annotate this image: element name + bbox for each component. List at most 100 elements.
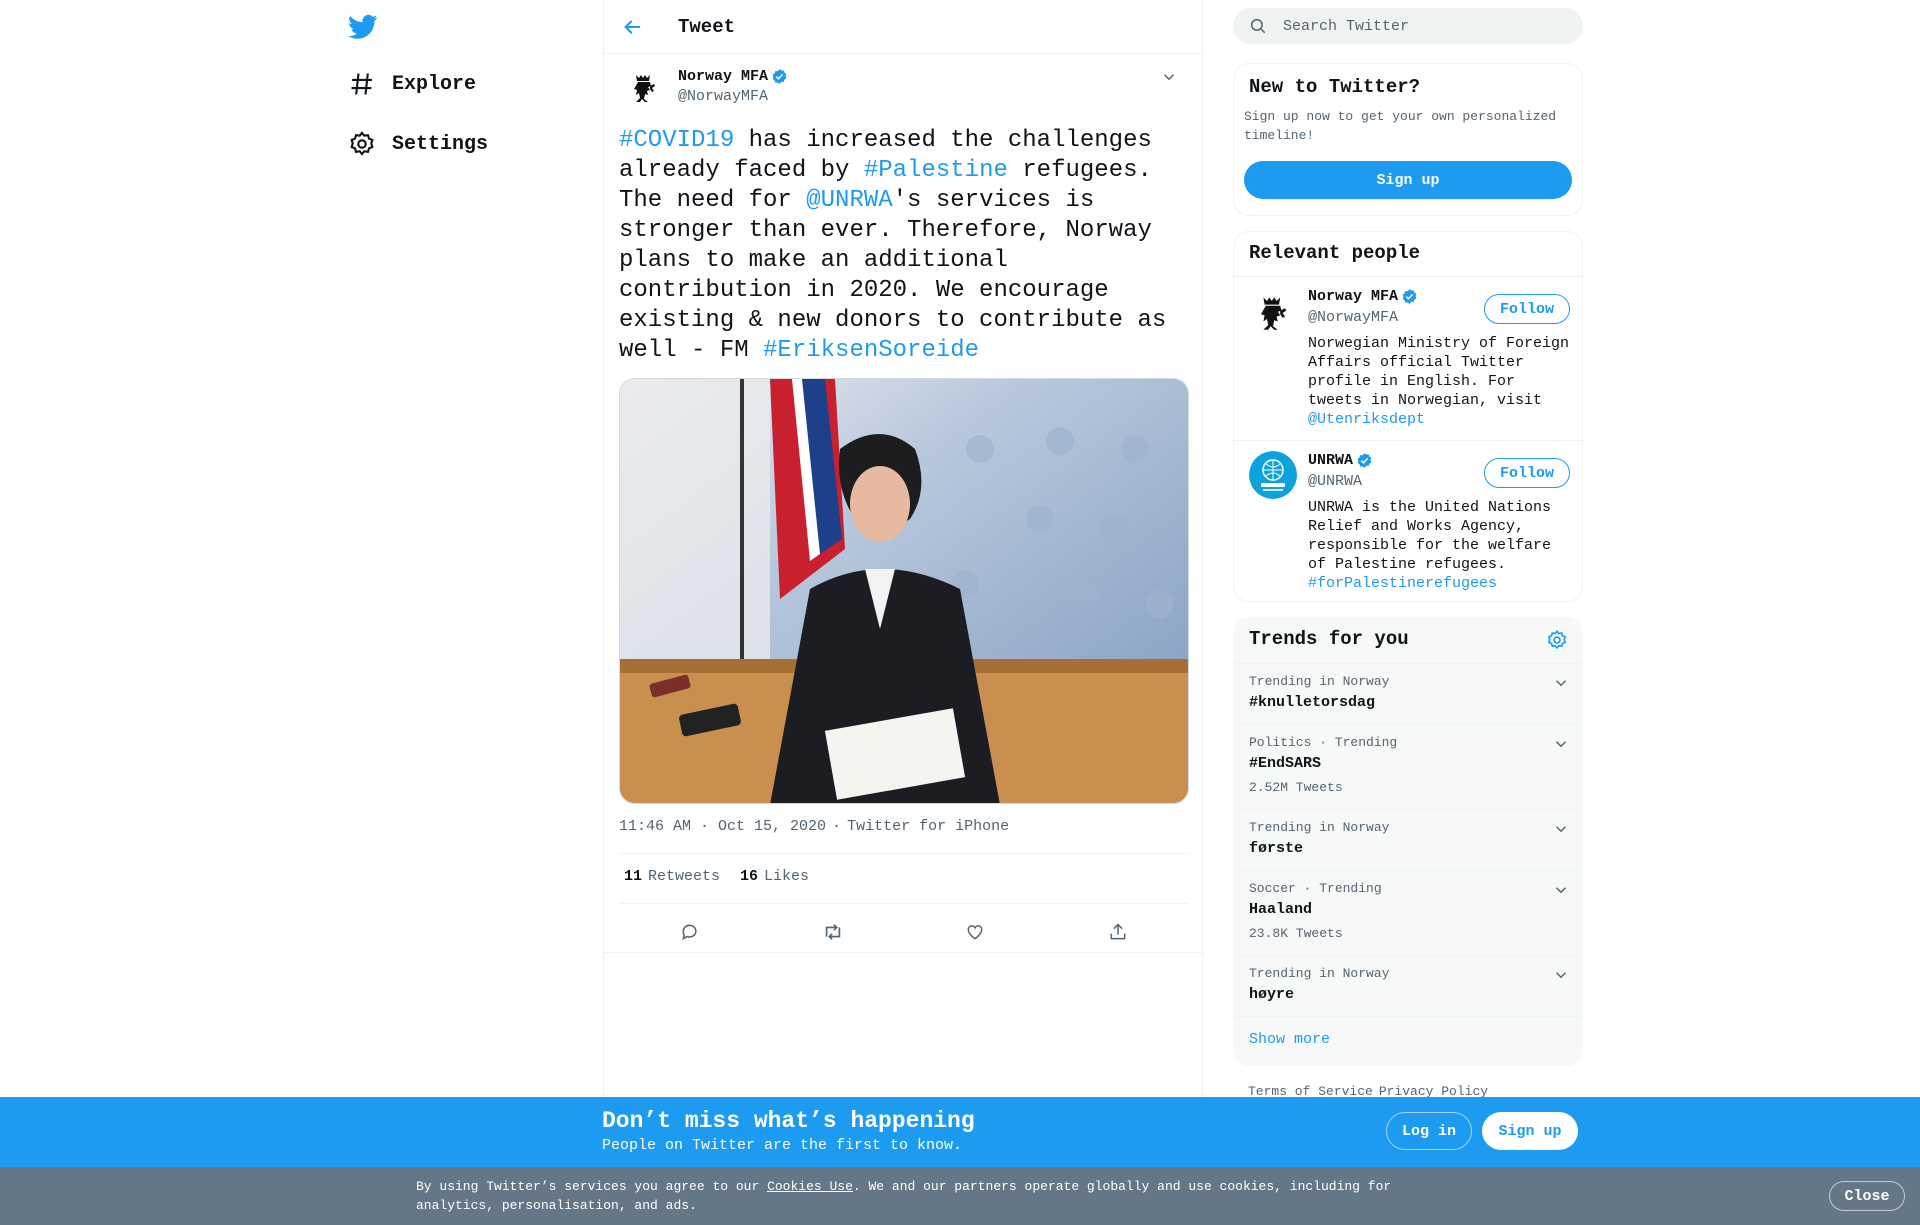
bio-link[interactable]: #forPalestinerefugees [1308, 575, 1497, 592]
tweet-menu-caret[interactable] [1160, 68, 1180, 88]
avatar[interactable] [1249, 289, 1297, 337]
nav-explore[interactable]: Explore [348, 66, 476, 102]
person-name: Norway MFA [1308, 288, 1418, 305]
person-name: UNRWA [1308, 452, 1373, 469]
gear-icon [1547, 630, 1567, 650]
search-input[interactable] [1283, 17, 1573, 35]
show-more-link[interactable]: Show more [1249, 1031, 1330, 1048]
person-bio: Norwegian Ministry of Foreign Affairs of… [1308, 335, 1570, 428]
search-bar[interactable] [1233, 8, 1583, 44]
like-button[interactable] [957, 914, 993, 950]
share-icon [1110, 923, 1126, 940]
trend-context: Soccer · Trending [1249, 881, 1382, 896]
trend-item[interactable]: Soccer · Trending Haaland 23.8K Tweets [1234, 870, 1582, 955]
avatar[interactable] [1249, 451, 1297, 499]
tweet-author: Norway MFA @NorwayMFA [624, 68, 1184, 112]
trend-item[interactable]: Trending in Norway #knulletorsdag [1234, 663, 1582, 724]
divider [1234, 1016, 1582, 1017]
bio-link[interactable]: @Utenriksdept [1308, 411, 1425, 428]
trend-context: Trending in Norway [1249, 820, 1390, 835]
cookie-notice: By using Twitter’s services you agree to… [0, 1167, 1920, 1225]
banner-sign-up-button[interactable]: Sign up [1482, 1112, 1578, 1150]
chevron-down-icon [1555, 972, 1567, 979]
tweet-meta: 11:46 AM · Oct 15, 2020 · Twitter for iPho… [619, 818, 1010, 835]
tweet-link[interactable]: #COVID19 [619, 127, 734, 154]
chevron-down-icon [1555, 680, 1567, 687]
tweet-link[interactable]: #Palestine [864, 157, 1008, 184]
tweet-text: #COVID19 has increased the challenges al… [619, 126, 1194, 366]
follow-button[interactable]: Follow [1484, 458, 1570, 488]
un-emblem-icon [1249, 451, 1297, 499]
chevron-down-icon [1555, 887, 1567, 894]
retweet-icon [825, 924, 840, 940]
person-bio: UNRWA is the United Nations Relief and W… [1308, 499, 1552, 592]
norway-lion-logo-icon [1249, 289, 1297, 337]
search-icon [1250, 18, 1266, 34]
norway-mfa-avatar[interactable] [624, 68, 664, 108]
verified-badge-icon [1402, 289, 1417, 304]
close-cookie-button[interactable]: Close [1829, 1181, 1905, 1211]
trend-item[interactable]: Politics · Trending #EndSARS 2.52M Tweet… [1234, 724, 1582, 809]
banner-title: Don’t miss what’s happening [602, 1108, 975, 1134]
heart-icon [967, 925, 983, 940]
twitter-logo-icon[interactable] [348, 12, 378, 42]
trends-card: Trends for you Trending in Norway #knull… [1233, 617, 1583, 1066]
tweet-link[interactable]: #EriksenSoreide [763, 337, 979, 364]
reply-button[interactable] [672, 914, 708, 950]
tweet-stats: 11 Retweets 16 Likes [624, 868, 809, 885]
tweet-timestamp[interactable]: 11:46 AM · Oct 15, 2020 [619, 818, 826, 835]
share-button[interactable] [1100, 914, 1136, 950]
person-norway-mfa[interactable]: Norway MFA @NorwayMFA Follow Norwegian M… [1234, 277, 1582, 440]
relevant-people-title: Relevant people [1249, 242, 1421, 264]
follow-button[interactable]: Follow [1484, 294, 1570, 324]
trend-name: høyre [1249, 986, 1295, 1003]
page-title: Tweet [678, 15, 736, 38]
trend-item[interactable]: Trending in Norway første [1234, 809, 1582, 870]
signup-banner: Don’t miss what’s happening People on Tw… [0, 1097, 1920, 1167]
divider [619, 853, 1189, 854]
trend-context: Trending in Norway [1249, 674, 1390, 689]
cookies-use-link[interactable]: Cookies Use [767, 1179, 853, 1194]
person-handle: @UNRWA [1308, 473, 1363, 490]
trend-context: Politics · Trending [1249, 735, 1398, 750]
retweet-button[interactable] [815, 914, 851, 950]
tweet-photo[interactable] [619, 378, 1189, 804]
author-name[interactable]: Norway MFA [678, 68, 788, 85]
arrow-left-icon [624, 19, 641, 34]
person-handle: @NorwayMFA [1308, 309, 1399, 326]
trends-settings-button[interactable] [1546, 629, 1568, 651]
reply-icon [682, 924, 697, 941]
tweet-header: Tweet [604, 0, 1202, 54]
tweet-actions [619, 914, 1189, 950]
trend-name: #EndSARS [1249, 755, 1322, 772]
verified-badge-icon [1357, 453, 1372, 468]
tweet-source[interactable]: Twitter for iPhone [847, 818, 1009, 835]
person-unrwa[interactable]: UNRWA @UNRWA Follow UNRWA is the United … [1234, 441, 1582, 601]
nav-settings[interactable]: Settings [348, 126, 488, 162]
trends-title: Trends for you [1249, 628, 1409, 650]
gear-icon [348, 130, 376, 158]
likes-stat[interactable]: 16 Likes [740, 868, 809, 885]
retweets-stat[interactable]: 11 Retweets [624, 868, 720, 885]
trend-count: 23.8K Tweets [1249, 926, 1343, 941]
trend-name: Haaland [1249, 901, 1313, 918]
relevant-people-card: Relevant people Norway MFA @NorwayMFA Fo… [1233, 231, 1583, 602]
banner-subtitle: People on Twitter are the first to know. [602, 1137, 963, 1154]
verified-badge-icon [772, 69, 787, 84]
hashtag-icon [348, 70, 376, 98]
author-handle[interactable]: @NorwayMFA [678, 88, 768, 105]
trend-item[interactable]: Trending in Norway høyre [1234, 955, 1582, 1016]
chevron-down-icon [1555, 741, 1567, 748]
norway-lion-logo-icon [624, 68, 664, 108]
tweet-link[interactable]: @UNRWA [806, 187, 892, 214]
sign-up-button[interactable]: Sign up [1244, 161, 1572, 199]
trend-context: Trending in Norway [1249, 966, 1390, 981]
log-in-button[interactable]: Log in [1386, 1112, 1472, 1150]
new-to-twitter-card: New to Twitter? Sign up now to get your … [1233, 63, 1583, 216]
cookie-text: By using Twitter’s services you agree to… [416, 1179, 1392, 1213]
chevron-down-icon [1555, 826, 1567, 833]
back-button[interactable] [614, 9, 650, 45]
trend-name: #knulletorsdag [1249, 694, 1376, 711]
nav-settings-label: Settings [392, 132, 489, 156]
divider [604, 952, 1204, 953]
